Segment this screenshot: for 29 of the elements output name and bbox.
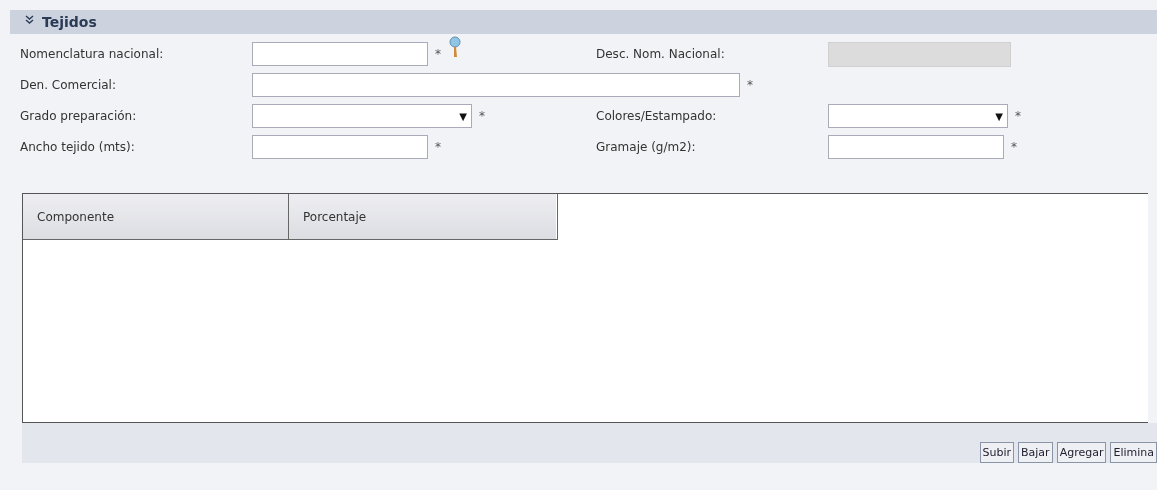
input-field[interactable] [828, 135, 1004, 159]
magnifier-icon[interactable] [448, 36, 462, 58]
required-mark: * [435, 47, 441, 61]
toolbar-button[interactable]: Elimina [1110, 442, 1157, 463]
field-label: Den. Comercial: [20, 78, 117, 92]
input-field[interactable] [252, 73, 740, 97]
field-label: Gramaje (g/m2): [596, 140, 697, 154]
input-field[interactable] [252, 42, 428, 66]
dropdown[interactable]: ▼ [252, 104, 472, 128]
section-header[interactable]: Tejidos [10, 10, 1157, 34]
toolbar-button[interactable]: Subir [979, 442, 1015, 463]
field-label: Desc. Nom. Nacional: [596, 47, 726, 61]
toolbar-button[interactable]: Agregar [1056, 442, 1107, 463]
field-label: Colores/Estampado: [596, 109, 718, 123]
dropdown[interactable]: ▼ [828, 104, 1008, 128]
required-mark: * [1011, 140, 1017, 154]
required-mark: * [479, 109, 485, 123]
collapse-icon[interactable] [25, 14, 34, 24]
toolbar-button[interactable]: Bajar [1018, 442, 1053, 463]
required-mark: * [1015, 109, 1021, 123]
column-header[interactable]: Porcentaje [289, 194, 556, 239]
required-mark: * [747, 78, 753, 92]
field-label: Nomenclatura nacional: [20, 47, 165, 61]
section-title: Tejidos [42, 14, 97, 30]
field-label: Grado preparación: [20, 109, 138, 123]
required-mark: * [435, 140, 441, 154]
field-label: Ancho tejido (mts): [20, 140, 136, 154]
input-field[interactable] [252, 135, 428, 159]
column-header[interactable]: Componente [23, 194, 289, 239]
